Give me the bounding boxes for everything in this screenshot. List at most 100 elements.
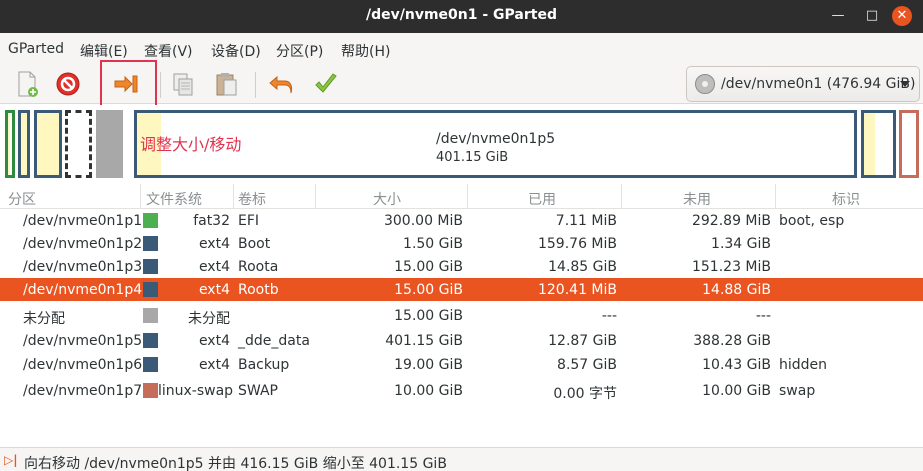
fs-color-swatch	[143, 357, 158, 372]
cell-partition: /dev/nvme0n1p1	[23, 213, 143, 229]
cell-used: 8.57 GiB	[557, 357, 617, 373]
cell-flags: swap	[779, 383, 816, 399]
col-used[interactable]: 已用	[528, 189, 556, 209]
cell-used: 159.76 MiB	[537, 236, 617, 252]
cell-label: _dde_data	[238, 333, 310, 349]
fs-color-swatch	[143, 333, 158, 348]
col-label[interactable]: 卷标	[238, 189, 266, 209]
cell-unused: 1.34 GiB	[711, 236, 771, 252]
col-partition[interactable]: 分区	[8, 189, 36, 209]
table-row[interactable]: /dev/nvme0n1p7 linux-swap SWAP 10.00 GiB…	[0, 379, 923, 402]
disk-icon	[695, 74, 715, 94]
cell-label: Roota	[238, 259, 279, 275]
table-row[interactable]: /dev/nvme0n1p3 ext4 Roota 15.00 GiB 14.8…	[0, 255, 923, 278]
partition-map: /dev/nvme0n1p5 401.15 GiB	[0, 105, 923, 183]
cell-size: 300.00 MiB	[383, 213, 463, 229]
cell-partition: /dev/nvme0n1p7	[23, 383, 143, 399]
toolbar-separator	[255, 72, 256, 98]
menu-device[interactable]: 设备(D)	[211, 41, 261, 61]
minimize-icon[interactable]: —	[828, 6, 848, 26]
cell-partition: /dev/nvme0n1p5	[23, 333, 143, 349]
partition-table-header: 分区 文件系统 卷标 大小 已用 未用 标识	[0, 184, 923, 209]
map-segment-p5[interactable]: /dev/nvme0n1p5 401.15 GiB	[134, 110, 857, 178]
cell-unused: 388.28 GiB	[693, 333, 771, 349]
copy-icon[interactable]	[168, 69, 198, 99]
cell-fs: ext4	[198, 357, 230, 373]
device-select[interactable]: /dev/nvme0n1 (476.94 GiB)	[686, 66, 920, 102]
cell-unused: ---	[755, 308, 771, 324]
menu-partition[interactable]: 分区(P)	[276, 41, 323, 61]
menu-edit[interactable]: 编辑(E)	[80, 41, 128, 61]
col-unused[interactable]: 未用	[683, 189, 711, 209]
table-row[interactable]: 未分配 未分配 15.00 GiB --- ---	[0, 304, 923, 327]
col-size[interactable]: 大小	[373, 189, 401, 209]
fs-color-swatch	[143, 308, 158, 323]
cell-flags: boot, esp	[779, 213, 845, 229]
fs-color-swatch	[143, 259, 158, 274]
cell-fs: ext4	[198, 236, 230, 252]
table-row[interactable]: /dev/nvme0n1p2 ext4 Boot 1.50 GiB 159.76…	[0, 232, 923, 255]
cell-size: 1.50 GiB	[403, 236, 463, 252]
menu-help[interactable]: 帮助(H)	[341, 41, 390, 61]
cell-used: 14.85 GiB	[548, 259, 617, 275]
cell-unused: 10.00 GiB	[702, 383, 771, 399]
cell-fs: 未分配	[188, 311, 230, 327]
map-segment-p1[interactable]	[5, 110, 15, 178]
cell-used: 12.87 GiB	[548, 333, 617, 349]
cell-size: 10.00 GiB	[394, 383, 463, 399]
cell-used: 0.00 字节	[553, 386, 617, 402]
table-row-selected[interactable]: /dev/nvme0n1p4 ext4 Rootb 15.00 GiB 120.…	[0, 278, 923, 301]
cell-fs: ext4	[198, 333, 230, 349]
paste-icon[interactable]	[211, 69, 241, 99]
fs-color-swatch	[143, 236, 158, 251]
new-partition-icon[interactable]	[12, 69, 42, 99]
map-segment-p3[interactable]	[34, 110, 62, 178]
cell-partition: /dev/nvme0n1p6	[23, 357, 143, 373]
map-segment-p4[interactable]	[65, 110, 92, 178]
cell-unused: 10.43 GiB	[702, 357, 771, 373]
title-bar: /dev/nvme0n1 - GParted — □ ✕	[0, 0, 923, 33]
col-filesystem[interactable]: 文件系统	[146, 189, 202, 209]
apply-icon[interactable]	[311, 69, 341, 99]
cell-used: ---	[601, 308, 617, 324]
cell-flags: hidden	[779, 357, 828, 373]
cell-unused: 292.89 MiB	[691, 213, 771, 229]
fs-color-swatch	[143, 213, 158, 228]
map-segment-p6[interactable]	[861, 110, 896, 178]
cell-used: 7.11 MiB	[555, 213, 617, 229]
cell-partition: /dev/nvme0n1p2	[23, 236, 143, 252]
col-flags[interactable]: 标识	[832, 189, 860, 209]
map-segment-p7[interactable]	[899, 110, 919, 178]
cell-size: 401.15 GiB	[385, 333, 463, 349]
table-row[interactable]: /dev/nvme0n1p5 ext4 _dde_data 401.15 GiB…	[0, 329, 923, 352]
undo-icon[interactable]	[267, 69, 297, 99]
move-right-icon: ▷|	[4, 453, 18, 467]
table-row[interactable]: /dev/nvme0n1p6 ext4 Backup 19.00 GiB 8.5…	[0, 353, 923, 376]
menu-gparted[interactable]: GParted	[8, 41, 64, 57]
cell-fs: ext4	[198, 282, 230, 298]
cell-label: Backup	[238, 357, 290, 373]
table-row[interactable]: /dev/nvme0n1p1 fat32 EFI 300.00 MiB 7.11…	[0, 209, 923, 232]
map-segment-p2[interactable]	[18, 110, 30, 178]
map-p5-size: 401.15 GiB	[436, 150, 509, 165]
cell-label: EFI	[238, 213, 260, 229]
cell-unused: 14.88 GiB	[702, 282, 771, 298]
close-icon[interactable]: ✕	[892, 6, 912, 26]
resize-annotation: 调整大小/移动	[140, 135, 242, 154]
maximize-icon[interactable]: □	[862, 6, 882, 26]
cell-label: Boot	[238, 236, 271, 252]
menu-view[interactable]: 查看(V)	[144, 41, 193, 61]
cell-used: 120.41 MiB	[537, 282, 617, 298]
map-segment-unallocated[interactable]	[96, 110, 123, 178]
cell-partition: 未分配	[23, 311, 65, 327]
cell-fs: linux-swap	[158, 383, 234, 399]
cell-size: 15.00 GiB	[394, 259, 463, 275]
cell-size: 15.00 GiB	[394, 308, 463, 324]
pending-operation[interactable]: 向右移动 /dev/nvme0n1p5 并由 416.15 GiB 缩小至 40…	[24, 453, 447, 471]
map-p5-name: /dev/nvme0n1p5	[436, 131, 556, 147]
fs-color-swatch	[143, 282, 158, 297]
delete-icon[interactable]	[53, 69, 83, 99]
cell-size: 15.00 GiB	[394, 282, 463, 298]
device-label: /dev/nvme0n1 (476.94 GiB)	[721, 76, 916, 92]
cell-partition: /dev/nvme0n1p4	[23, 282, 143, 298]
